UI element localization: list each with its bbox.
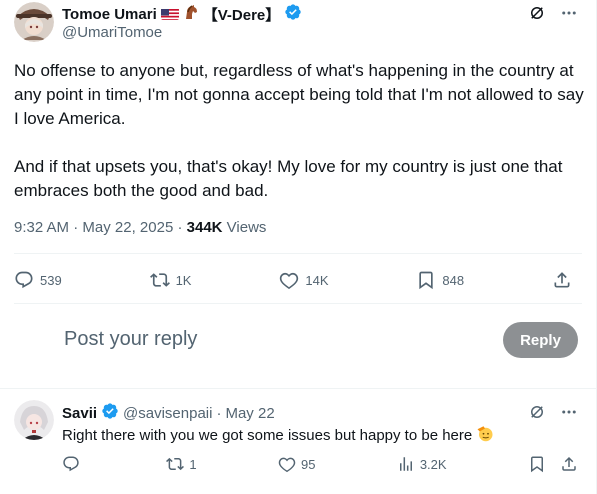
- reply-author-handle[interactable]: @savisenpaii: [123, 405, 212, 422]
- bookmark-icon: [530, 456, 543, 473]
- author-tag: 【V-Dere】: [202, 6, 281, 24]
- heart-icon: [280, 272, 299, 290]
- reply-body: Right there with you we got some issues …: [62, 426, 473, 444]
- author-avatar[interactable]: [14, 2, 54, 42]
- reply-like-count: 95: [300, 456, 316, 472]
- verified-badge-icon: [284, 3, 302, 25]
- reply-composer-input[interactable]: Post your reply: [64, 328, 197, 351]
- reply-like-button[interactable]: 95: [278, 455, 315, 473]
- saluting-face-emoji-icon: [476, 424, 494, 446]
- reply-repost-count: 1: [189, 456, 197, 472]
- us-flag-icon: [160, 8, 179, 20]
- reply-secondary-actions: [528, 455, 578, 473]
- repost-count: 1K: [175, 272, 192, 288]
- reply-count: 539: [40, 272, 62, 288]
- verified-badge-icon: [101, 402, 119, 424]
- reply-bookmark-button[interactable]: [528, 455, 546, 473]
- reply-reply-button[interactable]: [62, 455, 85, 473]
- tweet-detail: Tomoe Umari 【V-Dere】 @UmariTomoe No offe…: [0, 0, 597, 494]
- repost-button[interactable]: 1K: [149, 270, 192, 290]
- reply-icon: [63, 456, 79, 472]
- divider: [14, 253, 582, 254]
- author-name[interactable]: Tomoe Umari: [62, 6, 157, 23]
- section-divider: [0, 388, 596, 389]
- reply-header: Savii @savisenpaii · May 22: [62, 402, 275, 424]
- reply-date[interactable]: May 22: [225, 405, 274, 422]
- grok-icon[interactable]: [528, 4, 546, 27]
- heart-icon: [278, 457, 296, 473]
- views-chart-icon: [399, 457, 412, 471]
- post-action-bar: 539 1K 14K 848: [14, 268, 582, 292]
- repost-icon: [149, 273, 170, 287]
- grok-icon[interactable]: [528, 403, 546, 426]
- share-button[interactable]: [552, 270, 572, 290]
- like-count: 14K: [305, 272, 329, 288]
- bookmark-button[interactable]: 848: [416, 270, 464, 290]
- like-button[interactable]: 14K: [279, 270, 329, 290]
- bookmark-count: 848: [442, 272, 465, 288]
- views-count: 344K: [186, 219, 223, 236]
- reply-icon: [15, 271, 33, 289]
- bookmark-icon: [419, 271, 434, 290]
- post-date[interactable]: May 22, 2025: [82, 219, 173, 236]
- post-meta: 9:32 AM · May 22, 2025 · 344K Views: [14, 219, 267, 236]
- divider: [14, 303, 582, 304]
- more-options-icon[interactable]: [560, 4, 578, 27]
- reply-action-bar: 1 95 3.2K: [62, 455, 578, 473]
- share-icon: [562, 456, 576, 471]
- repost-icon: [166, 457, 185, 471]
- reply-submit-button[interactable]: Reply: [503, 322, 578, 358]
- reply-author-avatar[interactable]: [14, 400, 54, 440]
- post-paragraph: No offense to anyone but, regardless of …: [14, 61, 584, 128]
- post-time[interactable]: 9:32 AM: [14, 219, 69, 236]
- reply-author-name[interactable]: Savii: [62, 405, 97, 422]
- post-paragraph: And if that upsets you, that's okay! My …: [14, 157, 563, 200]
- reply-text: Right there with you we got some issues …: [62, 424, 494, 446]
- post-text: No offense to anyone but, regardless of …: [14, 59, 584, 227]
- more-options-icon[interactable]: [560, 403, 578, 426]
- share-icon: [554, 272, 570, 288]
- horse-icon: [183, 4, 199, 24]
- reply-share-button[interactable]: [560, 455, 578, 473]
- post-top-actions: [528, 4, 578, 27]
- reply-views-button[interactable]: 3.2K: [397, 455, 447, 473]
- author-name-row: Tomoe Umari 【V-Dere】: [62, 3, 302, 25]
- reply-repost-button[interactable]: 1: [166, 455, 197, 473]
- views-label: Views: [226, 219, 267, 236]
- author-handle[interactable]: @UmariTomoe: [62, 24, 162, 41]
- reply-button[interactable]: 539: [14, 270, 62, 290]
- reply-top-actions: [528, 403, 578, 426]
- reply-views-count: 3.2K: [419, 456, 447, 472]
